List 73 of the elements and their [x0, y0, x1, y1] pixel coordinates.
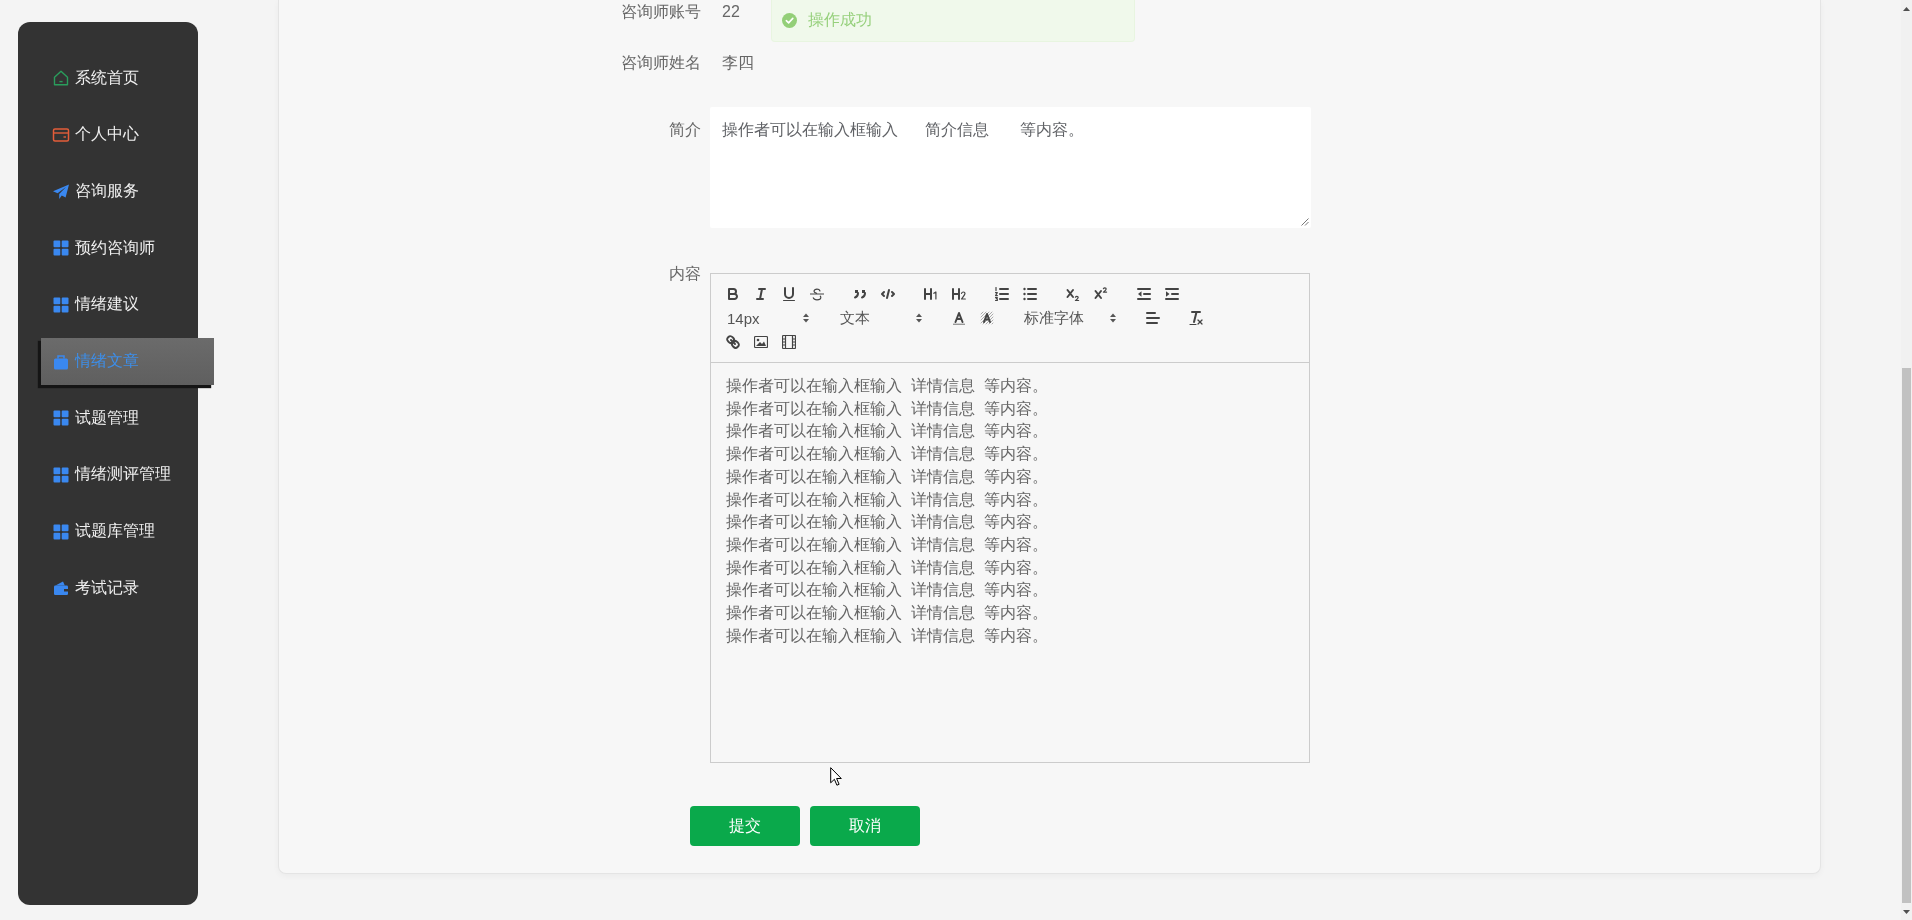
- outdent-icon[interactable]: [1137, 287, 1151, 301]
- editor-text-line: 操作者可以在输入框输入 详情信息 等内容。: [726, 376, 1048, 396]
- underline-icon[interactable]: [782, 287, 796, 301]
- grid-icon: [52, 295, 70, 314]
- sidebar-item[interactable]: 试题管理: [18, 389, 198, 447]
- editor-text-line: 操作者可以在输入框输入 详情信息 等内容。: [726, 534, 1048, 555]
- editor-text-line: 操作者可以在输入框输入 详情信息 等内容。: [726, 398, 1048, 419]
- sidebar-item[interactable]: 情绪测评管理: [18, 446, 198, 504]
- numbered-list-icon[interactable]: [995, 287, 1009, 301]
- link-icon[interactable]: [726, 335, 740, 349]
- check-circle-icon: [782, 13, 797, 28]
- strikethrough-icon[interactable]: [810, 287, 824, 301]
- editor-text-line: 操作者可以在输入框输入 详情信息 等内容。: [726, 512, 1048, 533]
- text-color-icon[interactable]: [952, 311, 966, 325]
- editor-text-line: 操作者可以在输入框输入 详情信息 等内容。: [726, 557, 1048, 578]
- card-icon: [52, 126, 70, 144]
- updown-arrows-icon[interactable]: [916, 313, 922, 323]
- wallet-icon: [52, 579, 70, 598]
- resize-grip-icon[interactable]: [1301, 218, 1309, 226]
- code-icon[interactable]: [881, 287, 895, 301]
- clear-format-icon[interactable]: [1189, 311, 1203, 325]
- sidebar-item[interactable]: 考试记录: [18, 559, 198, 617]
- font-family-select[interactable]: 标准字体: [1016, 306, 1124, 330]
- briefcase-icon: [52, 352, 70, 371]
- superscript-icon[interactable]: [1094, 287, 1108, 301]
- paper-plane-icon: [52, 182, 70, 201]
- toast-message: 操作成功: [808, 10, 872, 30]
- font-size-select[interactable]: 14px: [719, 306, 817, 330]
- editor-text-line: 操作者可以在输入框输入 详情信息 等内容。: [726, 625, 1048, 646]
- grid-icon: [52, 465, 70, 484]
- indent-icon[interactable]: [1165, 287, 1179, 301]
- field-value: 22: [722, 2, 740, 22]
- film-icon[interactable]: [782, 335, 796, 349]
- sidebar-item[interactable]: 个人中心: [18, 106, 198, 164]
- editor-text-line: 操作者可以在输入框输入 详情信息 等内容。: [726, 489, 1048, 510]
- heading-select[interactable]: 文本: [832, 306, 930, 330]
- editor-content-area[interactable]: [710, 363, 1310, 763]
- bold-icon[interactable]: [726, 287, 740, 301]
- sidebar-item[interactable]: 系统首页: [18, 50, 198, 107]
- sidebar-item[interactable]: 情绪建议: [18, 276, 198, 334]
- grid-icon: [52, 239, 70, 258]
- subscript-icon[interactable]: [1066, 287, 1080, 301]
- editor-text-line: 操作者可以在输入框输入 详情信息 等内容。: [726, 444, 1048, 465]
- sidebar-item[interactable]: 预约咨询师: [18, 219, 198, 277]
- sidebar-item[interactable]: 咨询服务: [18, 163, 198, 220]
- intro-textarea[interactable]: 操作者可以在输入框输入 简介信息 等内容。: [710, 107, 1311, 228]
- home-icon: [52, 69, 70, 88]
- scroll-up-arrow-icon[interactable]: [1903, 6, 1910, 11]
- scroll-down-arrow-icon[interactable]: [1903, 909, 1910, 914]
- field-label: 咨询师姓名: [621, 53, 701, 73]
- bullet-list-icon[interactable]: [1023, 287, 1037, 301]
- grid-icon: [52, 409, 70, 428]
- field-label: 内容: [669, 264, 701, 284]
- editor-text-line: 操作者可以在输入框输入 详情信息 等内容。: [726, 603, 1048, 624]
- updown-arrows-icon[interactable]: [1110, 313, 1116, 323]
- heading-one-icon[interactable]: [924, 287, 938, 301]
- sidebar-item[interactable]: 试题库管理: [18, 503, 198, 560]
- field-label: 咨询师账号: [621, 2, 701, 22]
- field-label: 简介: [669, 120, 701, 140]
- image-icon[interactable]: [754, 335, 768, 349]
- heading-two-icon[interactable]: [952, 287, 966, 301]
- editor-text-line: 操作者可以在输入框输入 详情信息 等内容。: [726, 466, 1048, 487]
- grid-icon: [52, 522, 70, 541]
- editor-text-line: 操作者可以在输入框输入 详情信息 等内容。: [726, 421, 1048, 442]
- editor-text-line: 操作者可以在输入框输入 详情信息 等内容。: [726, 580, 1048, 601]
- quote-icon[interactable]: [853, 287, 867, 301]
- highlight-icon[interactable]: [980, 311, 994, 325]
- italic-icon[interactable]: [754, 287, 768, 301]
- field-value: 李四: [722, 53, 754, 73]
- scrollbar-thumb[interactable]: [1902, 368, 1911, 903]
- align-left-icon[interactable]: [1146, 311, 1160, 325]
- updown-arrows-icon[interactable]: [803, 313, 809, 323]
- mouse-pointer-icon: [830, 767, 842, 786]
